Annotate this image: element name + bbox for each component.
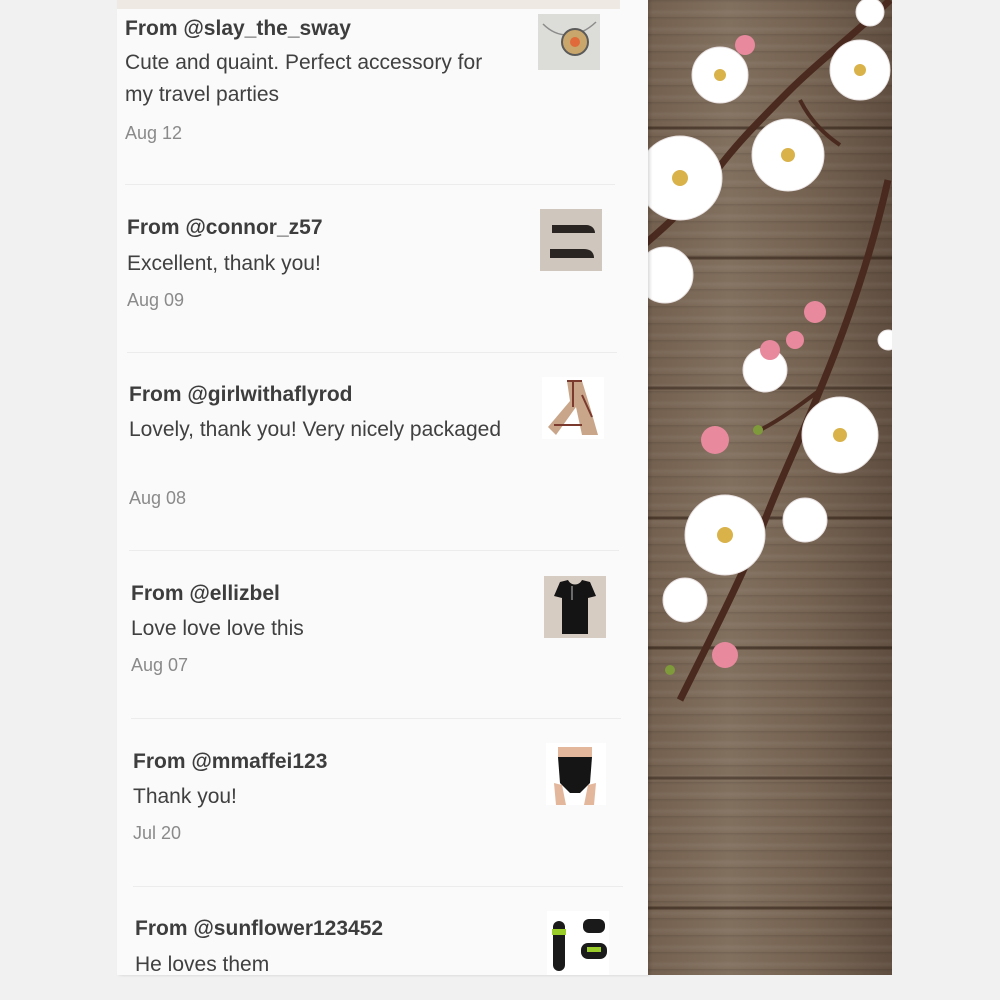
review-username[interactable]: From @slay_the_sway [125, 17, 351, 41]
pendant-necklace-thumbnail[interactable] [538, 14, 600, 70]
shoes-icon [540, 209, 602, 271]
black-bodysuit-thumbnail[interactable] [546, 743, 606, 805]
scarf-icon [542, 377, 604, 439]
review-text: Love love love this [131, 617, 304, 640]
reviews-feed[interactable]: From @slay_the_sway Cute and quaint. Per… [117, 0, 648, 975]
review-item[interactable]: From @sunflower123452 He loves them [135, 887, 615, 975]
top-icon [544, 576, 606, 638]
review-username[interactable]: From @sunflower123452 [135, 917, 383, 941]
review-item[interactable]: From @slay_the_sway Cute and quaint. Per… [125, 0, 615, 185]
review-item[interactable]: From @connor_z57 Excellent, thank you! A… [127, 185, 617, 353]
black-top-thumbnail[interactable] [544, 576, 606, 638]
review-username[interactable]: From @ellizbel [131, 582, 280, 606]
review-text: Excellent, thank you! [127, 252, 321, 275]
review-username[interactable]: From @girlwithaflyrod [129, 383, 352, 407]
review-date: Aug 07 [131, 655, 189, 675]
review-username[interactable]: From @mmaffei123 [133, 750, 327, 774]
review-date: Jul 20 [133, 823, 182, 843]
review-item[interactable]: From @girlwithaflyrod Lovely, thank you!… [129, 353, 619, 551]
review-username[interactable]: From @connor_z57 [127, 216, 323, 240]
black-shoes-thumbnail[interactable] [540, 209, 602, 271]
review-date: Aug 09 [127, 290, 185, 310]
plaid-scarf-thumbnail[interactable] [542, 377, 604, 439]
review-text: Thank you! [133, 785, 237, 808]
review-date: Aug 12 [125, 123, 183, 143]
review-date: Aug 08 [129, 488, 187, 508]
kids-sandals-thumbnail[interactable] [547, 911, 609, 975]
blossom-branch-decoration [620, 0, 892, 702]
review-text: Cute and quaint. Perfect accessory for m… [125, 51, 483, 106]
pendant-icon [538, 14, 600, 70]
wood-background [620, 0, 892, 975]
bodysuit-icon [546, 743, 606, 805]
review-text: Lovely, thank you! Very nicely packaged [129, 418, 502, 441]
review-text: He loves them [135, 953, 270, 975]
review-item[interactable]: From @mmaffei123 Thank you! Jul 20 [133, 719, 623, 887]
sandals-icon [547, 911, 609, 975]
review-item[interactable]: From @ellizbel Love love love this Aug 0… [131, 551, 621, 719]
